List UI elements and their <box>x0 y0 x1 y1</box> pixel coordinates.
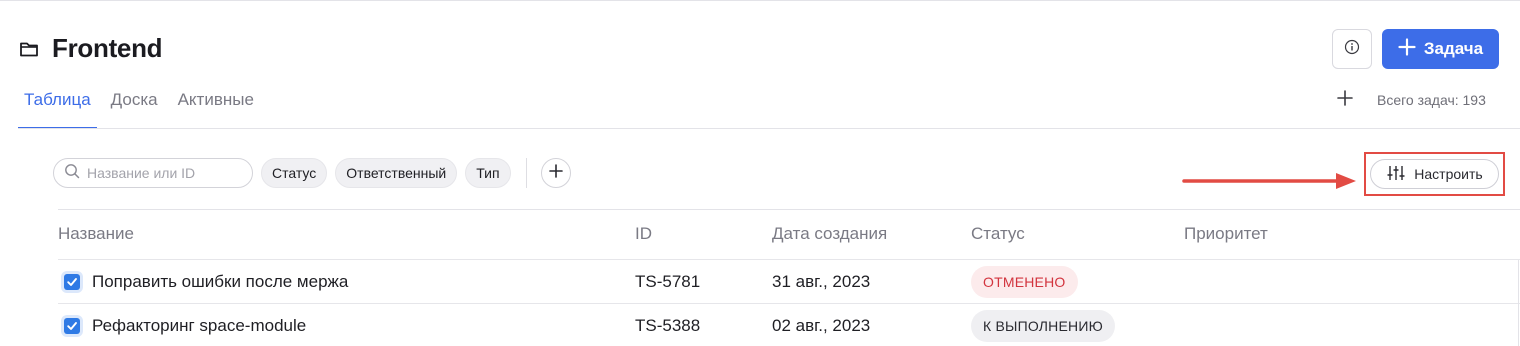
plus-icon <box>548 163 563 183</box>
search-box[interactable] <box>53 158 253 188</box>
table-header: Название ID Дата создания Статус Приорит… <box>58 224 1520 248</box>
status-badge[interactable]: К ВЫПОЛНЕНИЮ <box>971 310 1115 342</box>
filter-bar: Статус Ответственный Тип <box>53 158 571 188</box>
filter-chip-status[interactable]: Статус <box>261 158 328 188</box>
task-name[interactable]: Рефакторинг space-module <box>92 316 306 336</box>
sliders-icon <box>1386 164 1406 185</box>
task-id: TS-5388 <box>635 316 701 335</box>
project-header: Frontend <box>18 33 163 64</box>
table-row[interactable]: Рефакторинг space-module TS-5388 02 авг.… <box>58 304 1520 346</box>
filter-chip-type[interactable]: Тип <box>465 158 511 188</box>
task-id: TS-5781 <box>635 272 701 291</box>
view-tabs: Таблица Доска Активные <box>18 80 268 129</box>
configure-label: Настроить <box>1414 166 1483 182</box>
new-task-button[interactable]: Задача <box>1382 29 1499 69</box>
table-row[interactable]: Поправить ошибки после мержа TS-5781 31 … <box>58 260 1520 304</box>
filter-chip-assignee[interactable]: Ответственный <box>335 158 458 188</box>
annotation-arrow <box>1182 173 1356 189</box>
plus-icon <box>1337 89 1353 111</box>
search-icon <box>64 163 80 184</box>
tabs-divider <box>18 128 1520 129</box>
top-border <box>0 0 1520 1</box>
info-icon <box>1344 39 1360 60</box>
configure-button[interactable]: Настроить <box>1370 159 1499 189</box>
tab-board[interactable]: Доска <box>105 80 164 129</box>
column-header-created[interactable]: Дата создания <box>772 224 887 244</box>
search-input[interactable] <box>87 165 237 181</box>
tab-table[interactable]: Таблица <box>18 80 97 129</box>
add-filter-button[interactable] <box>540 158 571 188</box>
tab-active[interactable]: Активные <box>172 80 260 129</box>
column-header-name[interactable]: Название <box>58 224 134 244</box>
checkbox-checked-icon[interactable] <box>64 274 80 290</box>
total-tasks-count: Всего задач: 193 <box>1377 92 1486 108</box>
task-created-date: 31 авг., 2023 <box>772 272 871 291</box>
column-header-id[interactable]: ID <box>635 224 652 244</box>
filters-divider <box>58 209 1520 210</box>
filter-separator <box>525 158 527 188</box>
plus-icon <box>1398 37 1416 61</box>
column-header-priority[interactable]: Приоритет <box>1184 224 1268 244</box>
status-badge[interactable]: ОТМЕНЕНО <box>971 266 1078 298</box>
page-title: Frontend <box>52 33 163 63</box>
info-button[interactable] <box>1332 29 1372 69</box>
column-header-status[interactable]: Статус <box>971 224 1025 244</box>
folder-icon <box>18 38 40 60</box>
new-task-label: Задача <box>1423 39 1484 58</box>
task-created-date: 02 авг., 2023 <box>772 316 871 335</box>
checkbox-checked-icon[interactable] <box>64 318 80 334</box>
task-name[interactable]: Поправить ошибки после мержа <box>92 272 348 292</box>
table-right-border <box>1518 260 1519 346</box>
add-view-button[interactable] <box>1334 89 1356 111</box>
